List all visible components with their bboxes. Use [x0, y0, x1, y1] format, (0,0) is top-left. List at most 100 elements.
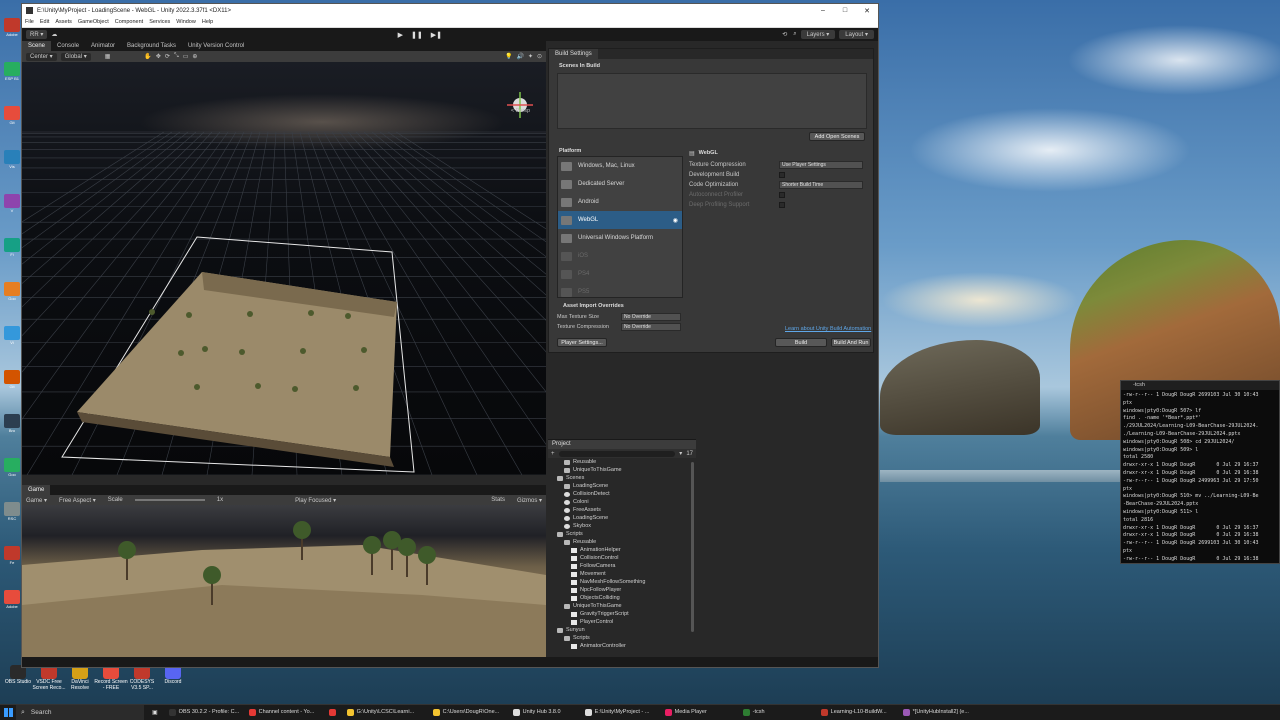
tab-animator[interactable]: Animator — [85, 41, 121, 51]
platform-item[interactable]: Dedicated Server — [558, 175, 682, 193]
desktop-icon[interactable]: Adobe — [2, 590, 22, 609]
project-tree-item[interactable]: Scripts — [550, 634, 696, 642]
start-button[interactable] — [0, 705, 16, 720]
lighting-icon[interactable]: 💡 — [505, 53, 512, 60]
project-tree-item[interactable]: Scripts — [550, 530, 696, 538]
desktop-shortcut[interactable]: Discord — [155, 665, 191, 685]
project-tree-item[interactable]: CollisionDetect — [550, 490, 696, 498]
taskbar-app[interactable]: Media Player — [661, 705, 740, 720]
taskbar-app[interactable]: C:\Users\DougR\One... — [429, 705, 510, 720]
webgl-setting-dropdown[interactable]: Shorter Build Time — [779, 181, 863, 189]
transform-tool-icon[interactable]: ⊕ — [192, 53, 197, 60]
project-tree-item[interactable]: Reusable — [550, 538, 696, 546]
scale-tool-icon[interactable]: ⤡ — [174, 53, 179, 60]
tab-version-control[interactable]: Unity Version Control — [182, 41, 250, 51]
project-tree-item[interactable]: ObjectsColliding — [550, 594, 696, 602]
project-scrollbar[interactable] — [691, 462, 694, 632]
platform-item[interactable]: Universal Windows Platform — [558, 229, 682, 247]
tab-build-settings[interactable]: Build Settings — [549, 49, 598, 59]
taskbar-search[interactable]: ⌕ Search — [16, 704, 144, 720]
move-tool-icon[interactable]: ✥ — [156, 53, 161, 60]
project-tree-item[interactable]: GravityTriggerScript — [550, 610, 696, 618]
desktop-icon[interactable]: Adobe — [2, 18, 22, 37]
taskbar-app[interactable]: OBS 30.2.2 - Profile: C... — [165, 705, 246, 720]
build-button[interactable]: Build — [775, 338, 827, 347]
platform-item[interactable]: iOS — [558, 247, 682, 265]
effects-icon[interactable]: ✦ — [528, 53, 533, 60]
scenes-in-build-list[interactable] — [557, 73, 867, 129]
project-tree-item[interactable]: PlayerControl — [550, 618, 696, 626]
project-tree-item[interactable]: Movement — [550, 570, 696, 578]
taskbar-app[interactable]: G:\Unity\LCSC\Learni... — [343, 705, 430, 720]
taskbar-app[interactable]: -tcsh — [739, 705, 818, 720]
desktop-icon[interactable]: Git — [2, 370, 22, 389]
gizmos-dropdown[interactable]: Gizmos ▾ — [517, 497, 542, 504]
platform-item[interactable]: PS5 — [558, 283, 682, 297]
rect-tool-icon[interactable]: ▭ — [183, 53, 189, 60]
desktop-icon[interactable]: Goo — [2, 282, 22, 301]
cloud-icon[interactable]: ☁ — [51, 31, 57, 38]
tab-project[interactable]: Project — [548, 440, 696, 449]
tab-console[interactable]: Console — [51, 41, 85, 51]
taskbar-app[interactable]: Learning-L10-BuildW... — [817, 705, 900, 720]
close-button[interactable]: ✕ — [856, 7, 878, 15]
desktop-icon[interactable]: Fi — [2, 238, 22, 257]
desktop-icon[interactable]: V — [2, 194, 22, 213]
play-focused-dropdown[interactable]: Play Focused ▾ — [295, 497, 336, 504]
minimize-button[interactable]: – — [812, 7, 834, 15]
desktop-icon[interactable]: Vis — [2, 150, 22, 169]
pivot-dropdown[interactable]: Center ▾ — [26, 52, 57, 61]
project-tree-item[interactable]: CollisionControl — [550, 554, 696, 562]
menu-gameobject[interactable]: GameObject — [78, 19, 109, 25]
display-dropdown[interactable]: Game ▾ — [26, 497, 47, 504]
project-tree-item[interactable]: LoadingScene — [550, 514, 696, 522]
override-texture-compression-dropdown[interactable]: No Override — [621, 323, 681, 331]
project-tree-item[interactable]: FreeAssets — [550, 506, 696, 514]
webgl-setting-checkbox[interactable] — [779, 172, 785, 178]
maximize-button[interactable]: □ — [834, 7, 856, 15]
hand-tool-icon[interactable]: ✋ — [144, 53, 151, 60]
step-icon[interactable]: ▶❚ — [431, 31, 442, 39]
project-search-input[interactable] — [558, 450, 676, 457]
project-tree-item[interactable]: UniqueToThisGame — [550, 602, 696, 610]
project-tree-item[interactable]: Reusable — [550, 458, 696, 466]
desktop-icon[interactable]: ESP B1 — [2, 62, 22, 81]
history-icon[interactable]: ⟲ — [782, 31, 787, 38]
project-tree-item[interactable]: Sunyun — [550, 626, 696, 634]
menu-file[interactable]: File — [25, 19, 34, 25]
tab-scene[interactable]: Scene — [22, 41, 52, 51]
player-settings-button[interactable]: Player Settings... — [557, 338, 607, 347]
taskbar-app[interactable]: Unity Hub 3.8.0 — [509, 705, 582, 720]
taskbar-app[interactable]: E:\Unity\MyProject - ... — [581, 705, 662, 720]
terminal-window[interactable]: -tcsh -rw-r--r-- 1 DougR DougR 2699103 J… — [1120, 380, 1280, 564]
stats-button[interactable]: Stats — [491, 497, 505, 503]
desktop-icon[interactable]: Bro — [2, 414, 22, 433]
account-dropdown[interactable]: RR ▾ — [26, 30, 48, 39]
layers-dropdown[interactable]: Layers ▾ — [800, 30, 836, 39]
project-tree-item[interactable]: AnimatorController — [550, 642, 696, 650]
play-icon[interactable]: ▶ — [398, 31, 403, 39]
project-tree-item[interactable]: FollowCamera — [550, 562, 696, 570]
platform-item[interactable]: WebGL ◉ — [558, 211, 682, 229]
layout-dropdown[interactable]: Layout ▾ — [839, 30, 874, 39]
global-dropdown[interactable]: Global ▾ — [60, 52, 91, 61]
build-and-run-button[interactable]: Build And Run — [831, 338, 871, 347]
project-tree-item[interactable]: Skybox — [550, 522, 696, 530]
desktop-icon[interactable]: Git — [2, 106, 22, 125]
taskbar-app[interactable]: Channel content - Yo... — [245, 705, 326, 720]
grid-icon[interactable]: ▦ — [105, 53, 111, 60]
menu-services[interactable]: Services — [149, 19, 170, 25]
scene-viewport[interactable]: < Persp — [22, 62, 546, 475]
aspect-dropdown[interactable]: Free Aspect ▾ — [59, 497, 96, 504]
project-tree-item[interactable]: AnimationHelper — [550, 546, 696, 554]
filter-icon[interactable]: ▾ — [679, 450, 682, 457]
search-icon[interactable]: ⌕ — [793, 31, 796, 38]
menu-help[interactable]: Help — [202, 19, 213, 25]
audio-icon[interactable]: 🔊 — [516, 53, 523, 60]
persp-label[interactable]: < Persp — [511, 108, 530, 114]
task-view-icon[interactable]: ▣ — [152, 709, 158, 716]
taskbar-app[interactable] — [325, 705, 344, 720]
project-tree-item[interactable]: LoadingScene — [550, 482, 696, 490]
gizmos-icon[interactable]: ⊙ — [537, 53, 542, 60]
max-texture-size-dropdown[interactable]: No Override — [621, 313, 681, 321]
